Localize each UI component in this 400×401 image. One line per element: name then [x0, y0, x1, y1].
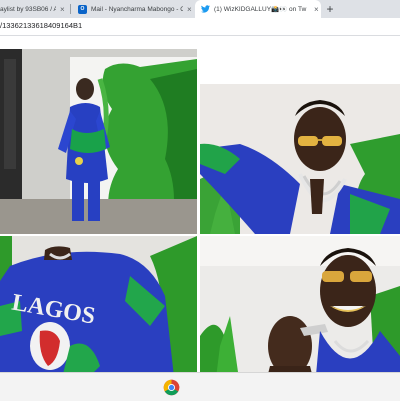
taskbar	[0, 372, 400, 401]
address-bar[interactable]: /13362133618409164B1	[0, 18, 400, 36]
page-content: LAGOS	[0, 36, 400, 386]
new-tab-button[interactable]: +	[323, 2, 337, 16]
frame-singer-grills-smile[interactable]	[200, 236, 400, 386]
frame-lagos-shirt-back[interactable]: LAGOS	[0, 236, 197, 386]
url-text: /13362133618409164B1	[0, 21, 83, 30]
frame-singer-blue-outfit-green-backdrop[interactable]	[0, 49, 197, 234]
tab-title: Mail - Nyancharma Mabongo - O	[91, 5, 183, 13]
close-icon[interactable]: ×	[314, 5, 319, 14]
frame-singer-sunglasses-chains[interactable]	[200, 84, 400, 234]
outlook-icon: O	[78, 4, 87, 14]
close-icon[interactable]: ×	[60, 5, 65, 14]
browser-tab-strip: aylist by 93SB06 / A × O Mail - Nyanchar…	[0, 0, 400, 18]
close-icon[interactable]: ×	[187, 5, 192, 14]
frame-2-image	[200, 84, 400, 234]
chrome-icon[interactable]	[163, 379, 180, 396]
tab-title: (1) WizKIDGALLUY📸👀 on Tw	[214, 6, 307, 13]
tab-separator	[70, 4, 71, 14]
frame-4-image	[200, 236, 400, 386]
tab-playlist[interactable]: aylist by 93SB06 / A ×	[0, 0, 71, 18]
frame-3-image: LAGOS	[0, 236, 197, 386]
tab-twitter[interactable]: (1) WizKIDGALLUY📸👀 on Tw ×	[195, 0, 321, 18]
twitter-icon	[201, 5, 210, 14]
tab-title: aylist by 93SB06 / A	[0, 5, 56, 13]
tab-mail[interactable]: O Mail - Nyancharma Mabongo - O ×	[72, 0, 194, 18]
frame-1-image	[0, 49, 197, 234]
